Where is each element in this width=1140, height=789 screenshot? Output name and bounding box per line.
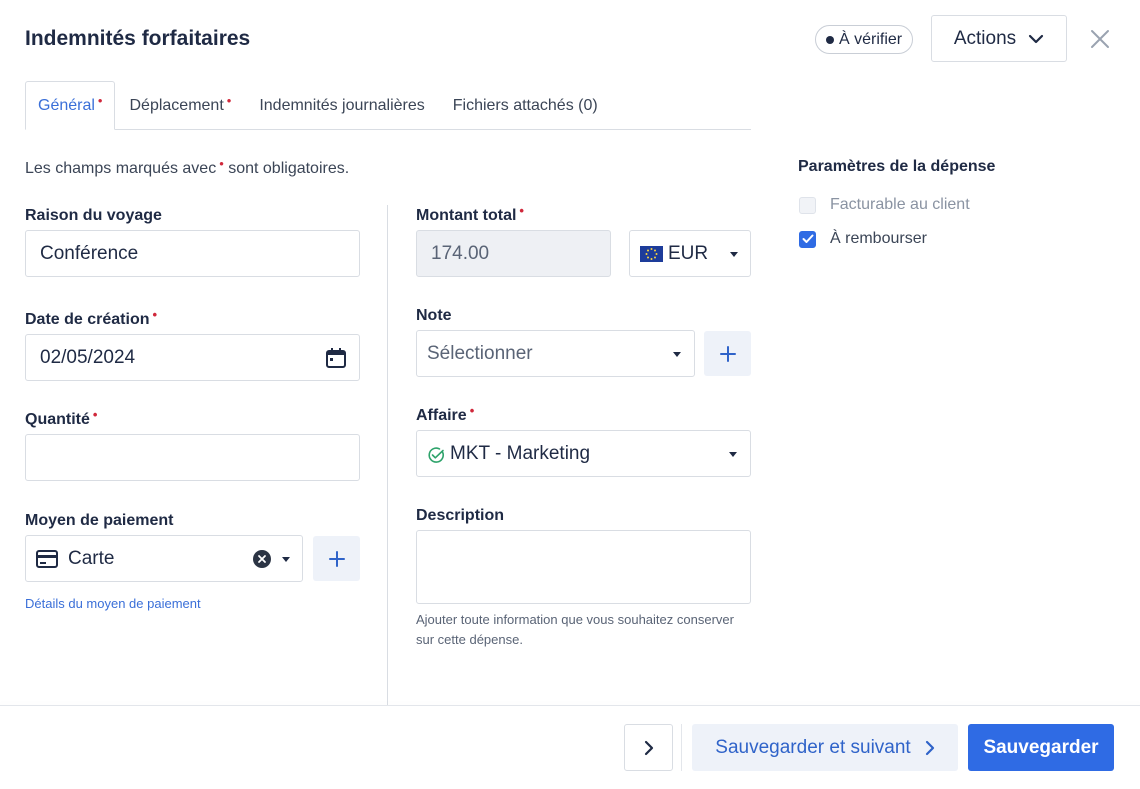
check-circle-icon bbox=[428, 447, 444, 463]
credit-card-icon bbox=[36, 549, 58, 568]
note-select[interactable]: Sélectionner bbox=[416, 330, 695, 377]
description-help-text: Ajouter toute information que vous souha… bbox=[416, 612, 734, 647]
tab-general[interactable]: Général • bbox=[25, 81, 116, 130]
affaire-select[interactable]: MKT - Marketing bbox=[416, 430, 751, 477]
checkmark-icon bbox=[802, 234, 813, 243]
save-and-next-label: Sauvegarder et suivant bbox=[715, 736, 911, 758]
plus-icon bbox=[719, 345, 736, 362]
tab-label: Déplacement bbox=[129, 96, 224, 114]
tab-fichiers-attaches[interactable]: Fichiers attachés (0) bbox=[439, 81, 612, 130]
tab-indemnites-journalieres[interactable]: Indemnités journalières bbox=[245, 81, 438, 130]
tab-label: Général bbox=[38, 96, 95, 114]
total-amount-label-text: Montant total bbox=[416, 207, 517, 224]
tab-bar: Général • Déplacement • Indemnités journ… bbox=[25, 81, 751, 130]
currency-select[interactable]: EUR bbox=[629, 230, 751, 277]
add-payment-method-button[interactable] bbox=[313, 536, 360, 581]
payment-method-select[interactable]: Carte bbox=[25, 535, 303, 582]
note-placeholder: Sélectionner bbox=[427, 342, 533, 364]
eu-flag-icon bbox=[640, 245, 663, 262]
quantity-label: Quantité • bbox=[25, 407, 97, 429]
payment-method-label: Moyen de paiement bbox=[25, 512, 173, 530]
creation-date-label-text: Date de création bbox=[25, 311, 150, 328]
dialog-title: Indemnités forfaitaires bbox=[25, 27, 251, 50]
chevron-down-icon bbox=[1029, 34, 1044, 43]
required-marker: • bbox=[219, 156, 224, 171]
creation-date-value: 02/05/2024 bbox=[40, 346, 136, 368]
plus-icon bbox=[328, 550, 345, 567]
reimburse-label: À rembourser bbox=[830, 230, 927, 247]
payment-method-label-text: Moyen de paiement bbox=[25, 512, 174, 529]
dropdown-caret-icon bbox=[282, 557, 290, 562]
creation-date-input[interactable]: 02/05/2024 bbox=[25, 334, 360, 381]
close-icon bbox=[1091, 30, 1109, 48]
required-marker: • bbox=[519, 203, 524, 218]
footer-divider bbox=[0, 705, 1140, 706]
tab-deplacement[interactable]: Déplacement • bbox=[115, 81, 245, 130]
status-label: À vérifier bbox=[839, 30, 903, 48]
add-note-button[interactable] bbox=[704, 331, 751, 376]
affaire-label: Affaire • bbox=[416, 403, 474, 425]
payment-method-details-link[interactable]: Détails du moyen de paiement bbox=[25, 596, 201, 611]
payment-method-value: Carte bbox=[68, 547, 115, 569]
description-label-text: Description bbox=[416, 507, 505, 524]
save-label: Sauvegarder bbox=[983, 736, 1099, 758]
dropdown-caret-icon bbox=[673, 352, 681, 357]
dropdown-caret-icon bbox=[729, 452, 737, 457]
description-textarea[interactable] bbox=[416, 530, 751, 604]
reimburse-checkbox[interactable] bbox=[799, 230, 816, 248]
chevron-right-icon bbox=[644, 740, 653, 755]
required-marker: • bbox=[152, 307, 158, 322]
total-amount-value: 174.00 bbox=[431, 242, 490, 264]
affaire-label-text: Affaire bbox=[416, 407, 467, 424]
required-marker: • bbox=[92, 407, 98, 422]
close-button[interactable] bbox=[1088, 27, 1112, 51]
note-label: Note bbox=[416, 307, 452, 325]
clear-icon[interactable] bbox=[253, 550, 271, 568]
quantity-label-text: Quantité bbox=[25, 411, 90, 428]
column-divider bbox=[387, 205, 388, 705]
tab-label: Indemnités journalières bbox=[259, 96, 425, 114]
chevron-right-icon bbox=[925, 740, 934, 755]
required-marker: • bbox=[97, 93, 103, 108]
reason-value: Conférence bbox=[40, 242, 139, 264]
affaire-value: MKT - Marketing bbox=[450, 442, 591, 464]
billable-checkbox[interactable] bbox=[799, 196, 816, 214]
description-label: Description bbox=[416, 507, 504, 525]
mandatory-note-before: Les champs marqués avec bbox=[25, 160, 217, 177]
actions-button[interactable]: Actions bbox=[931, 15, 1067, 62]
reason-input[interactable]: Conférence bbox=[25, 230, 360, 277]
save-and-next-button[interactable]: Sauvegarder et suivant bbox=[692, 724, 958, 771]
note-label-text: Note bbox=[416, 307, 452, 324]
actions-label: Actions bbox=[953, 27, 1017, 49]
status-badge[interactable]: À vérifier bbox=[815, 25, 914, 54]
total-amount-input[interactable]: 174.00 bbox=[416, 230, 611, 277]
billable-checkbox-row[interactable]: Facturable au client bbox=[799, 196, 970, 214]
creation-date-label: Date de création • bbox=[25, 307, 157, 329]
footer-separator bbox=[681, 724, 682, 771]
required-marker: • bbox=[469, 403, 475, 418]
reason-label: Raison du voyage bbox=[25, 207, 162, 225]
tab-label: Fichiers attachés (0) bbox=[452, 96, 598, 114]
total-amount-label: Montant total • bbox=[416, 203, 524, 225]
mandatory-note-after: sont obligatoires. bbox=[228, 160, 350, 177]
mandatory-note: Les champs marqués avec • sont obligatoir… bbox=[25, 156, 350, 178]
dropdown-caret-icon bbox=[730, 252, 738, 257]
save-button[interactable]: Sauvegarder bbox=[968, 724, 1114, 771]
currency-value: EUR bbox=[668, 242, 709, 264]
billable-label: Facturable au client bbox=[830, 196, 970, 213]
required-marker: • bbox=[226, 93, 232, 108]
reason-label-text: Raison du voyage bbox=[25, 207, 162, 224]
calendar-icon[interactable] bbox=[325, 347, 347, 369]
params-title: Paramètres de la dépense bbox=[798, 158, 996, 175]
status-dot-icon bbox=[826, 35, 834, 44]
quantity-input[interactable] bbox=[25, 434, 360, 481]
next-button[interactable] bbox=[624, 724, 673, 771]
reimburse-checkbox-row[interactable]: À rembourser bbox=[799, 230, 927, 248]
